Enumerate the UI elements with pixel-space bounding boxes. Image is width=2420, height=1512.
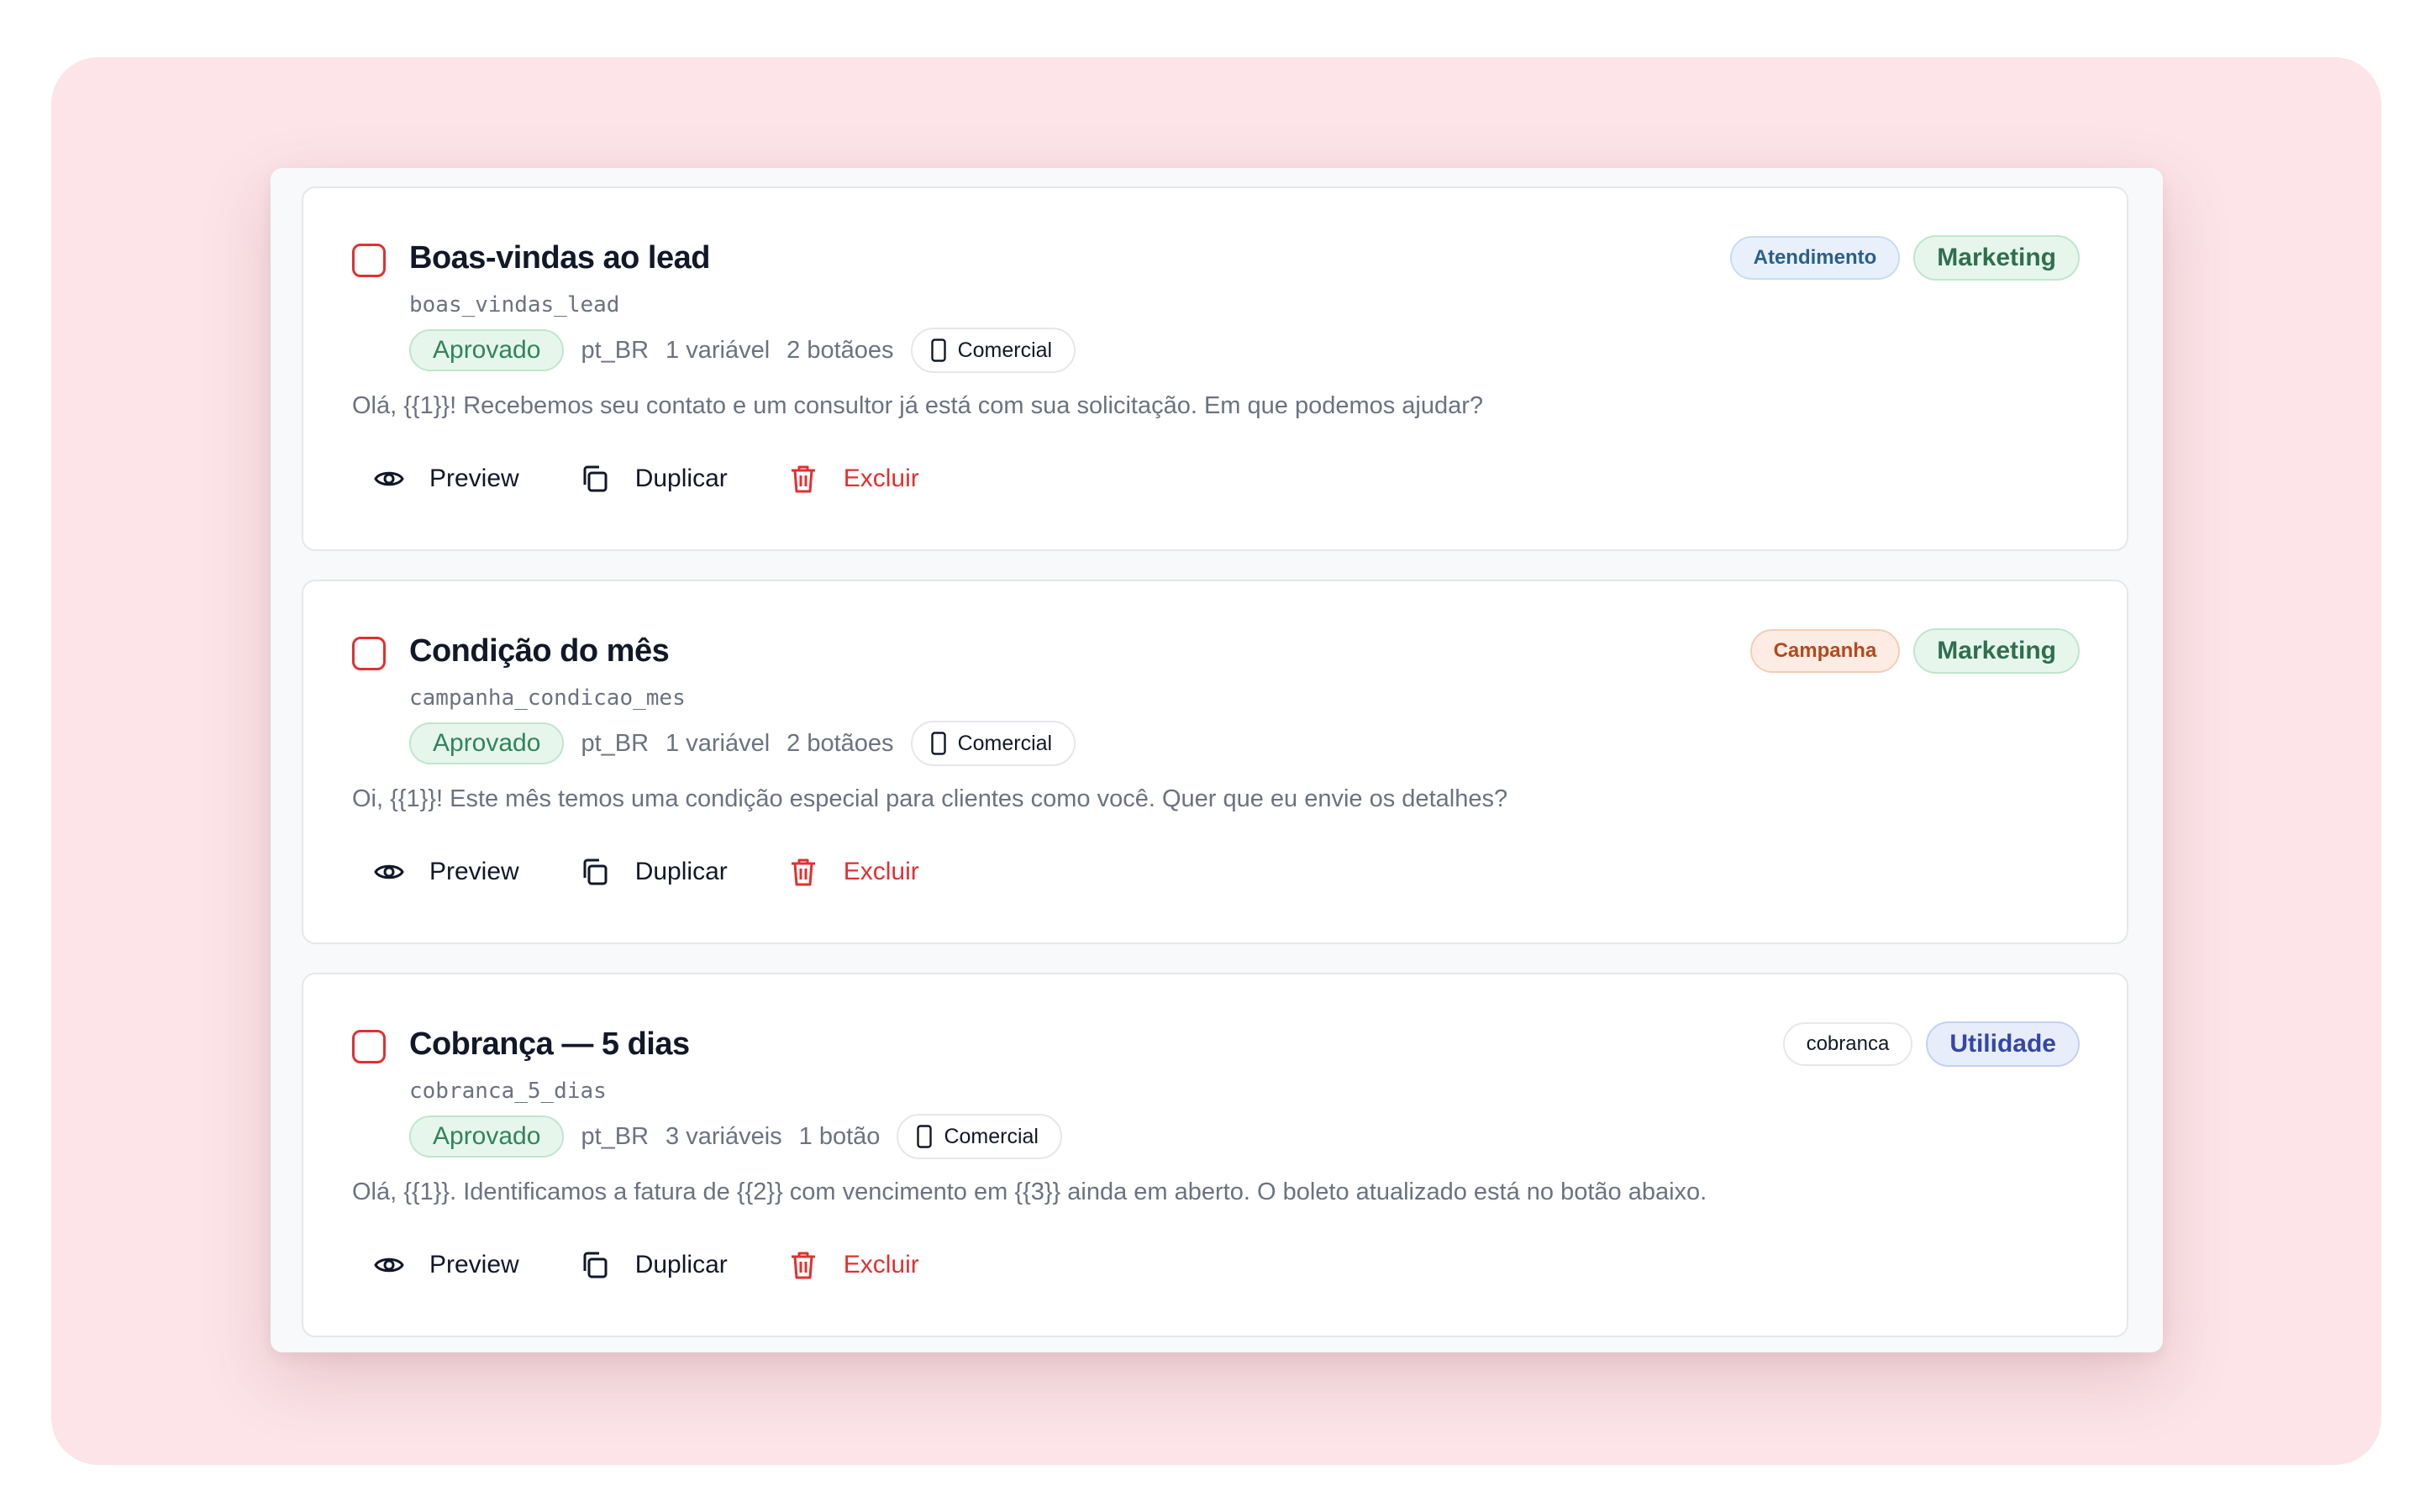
category-tag[interactable]: Utilidade (1926, 1021, 2080, 1067)
template-slug: campanha_condicao_mes (409, 685, 686, 711)
channel-label: Comercial (944, 1124, 1039, 1148)
buttons-count: 2 botãoes (786, 336, 894, 364)
delete-label: Excluir (843, 1251, 919, 1278)
variables-count: 1 variável (666, 729, 771, 757)
duplicate-label: Duplicar (634, 1251, 728, 1278)
template-card: Boas-vindas ao lead boas_vindas_lead Apr… (302, 186, 2128, 551)
tag[interactable]: Campanha (1749, 629, 1901, 673)
status-badge: Aprovado (409, 1116, 565, 1158)
copy-icon (583, 1252, 608, 1278)
template-slug: cobranca_5_dias (409, 1079, 607, 1104)
phone-icon (930, 339, 946, 362)
duplicate-label: Duplicar (634, 858, 728, 885)
template-body: Olá, {{1}}! Recebemos seu contato e um c… (352, 392, 1484, 419)
card-actions: Preview Duplicar Excluir (372, 848, 978, 895)
template-title: Cobrança — 5 dias (409, 1026, 690, 1062)
language-code: pt_BR (581, 336, 650, 364)
variables-count: 3 variáveis (666, 1122, 782, 1150)
duplicate-label: Duplicar (634, 465, 728, 492)
tag[interactable]: Atendimento (1729, 236, 1901, 280)
delete-label: Excluir (843, 465, 919, 492)
tag[interactable]: cobranca (1782, 1022, 1913, 1066)
template-card: Condição do mês campanha_condicao_mes Ap… (302, 580, 2128, 944)
template-meta: Aprovado pt_BR 1 variável 2 botãoes Come… (409, 328, 1076, 373)
tag-list: Campanha Marketing (1749, 628, 2080, 674)
select-checkbox[interactable] (352, 637, 386, 670)
eye-icon (374, 471, 404, 486)
preview-button[interactable]: Preview (372, 455, 519, 502)
template-body: Olá, {{1}}. Identificamos a fatura de {{… (352, 1179, 1707, 1205)
template-slug: boas_vindas_lead (409, 292, 620, 318)
tag-list: cobranca Utilidade (1782, 1021, 2080, 1067)
channel-badge: Comercial (897, 1114, 1062, 1159)
template-title: Condição do mês (409, 633, 670, 669)
delete-button[interactable]: Excluir (786, 848, 919, 895)
variables-count: 1 variável (666, 336, 771, 364)
language-code: pt_BR (581, 1122, 650, 1150)
duplicate-button[interactable]: Duplicar (578, 1242, 728, 1289)
card-actions: Preview Duplicar Excluir (372, 1242, 978, 1289)
eye-icon (374, 864, 404, 879)
trash-icon (791, 1252, 815, 1279)
duplicate-button[interactable]: Duplicar (578, 455, 728, 502)
template-meta: Aprovado pt_BR 3 variáveis 1 botão Comer… (409, 1114, 1062, 1159)
trash-icon (791, 465, 815, 493)
status-badge: Aprovado (409, 722, 565, 764)
template-meta: Aprovado pt_BR 1 variável 2 botãoes Come… (409, 721, 1076, 766)
template-title: Boas-vindas ao lead (409, 240, 710, 276)
language-code: pt_BR (581, 729, 650, 757)
category-tag[interactable]: Marketing (1913, 628, 2080, 674)
phone-icon (930, 732, 946, 755)
preview-label: Preview (429, 858, 519, 885)
copy-icon (583, 465, 608, 492)
phone-icon (917, 1125, 933, 1148)
buttons-count: 1 botão (798, 1122, 881, 1150)
tag-list: Atendimento Marketing (1729, 235, 2080, 281)
template-card: Cobrança — 5 dias cobranca_5_dias Aprova… (302, 973, 2128, 1337)
preview-button[interactable]: Preview (372, 1242, 519, 1289)
buttons-count: 2 botãoes (786, 729, 894, 757)
channel-badge: Comercial (910, 721, 1076, 766)
delete-label: Excluir (843, 858, 919, 885)
select-checkbox[interactable] (352, 1030, 386, 1063)
channel-badge: Comercial (910, 328, 1076, 373)
templates-list-panel: Boas-vindas ao lead boas_vindas_lead Apr… (271, 168, 2163, 1352)
preview-label: Preview (429, 1251, 519, 1278)
status-badge: Aprovado (409, 329, 565, 371)
delete-button[interactable]: Excluir (786, 455, 919, 502)
channel-label: Comercial (957, 338, 1053, 362)
eye-icon (374, 1257, 404, 1273)
preview-label: Preview (429, 465, 519, 492)
duplicate-button[interactable]: Duplicar (578, 848, 728, 895)
channel-label: Comercial (957, 731, 1053, 755)
preview-button[interactable]: Preview (372, 848, 519, 895)
card-actions: Preview Duplicar Excluir (372, 455, 978, 502)
copy-icon (583, 858, 608, 885)
template-body: Oi, {{1}}! Este mês temos uma condição e… (352, 785, 1508, 812)
trash-icon (791, 858, 815, 886)
select-checkbox[interactable] (352, 244, 386, 277)
delete-button[interactable]: Excluir (786, 1242, 919, 1289)
category-tag[interactable]: Marketing (1913, 235, 2080, 281)
